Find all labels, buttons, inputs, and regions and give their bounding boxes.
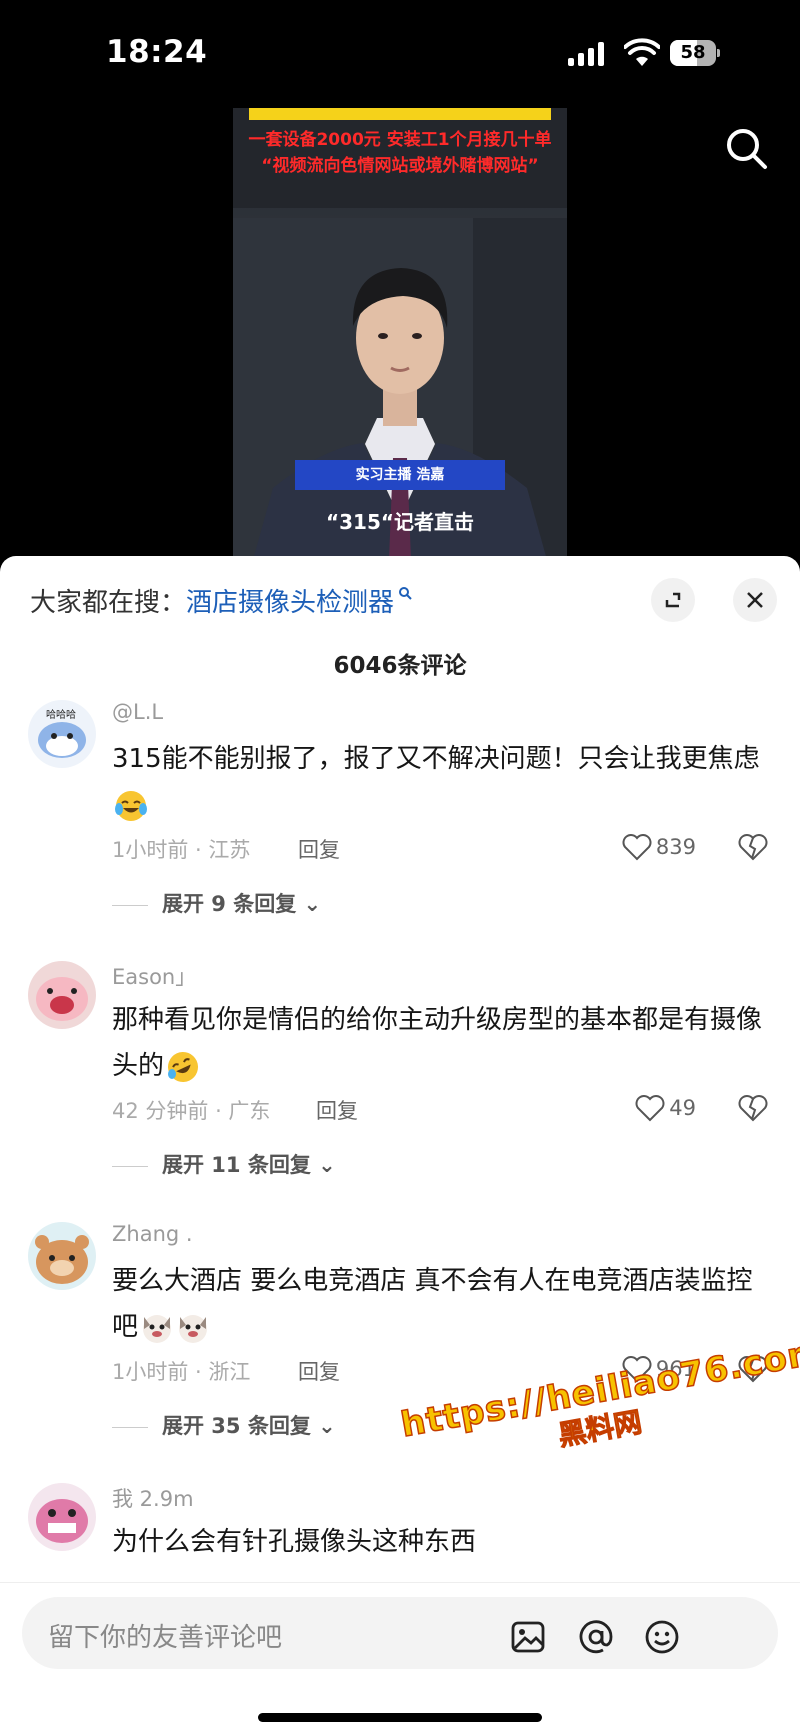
comment-text-content: 那种看见你是情侣的给你主动升级房型的基本都是有摄像头的 <box>112 1005 763 1081</box>
expand-replies-label: 展开 35 条回复 <box>162 1414 311 1438</box>
comment-text: 要么大酒店 要么电竞酒店 真不会有人在电竞酒店装监控吧 <box>112 1258 772 1350</box>
emoji-icon[interactable] <box>644 1619 680 1655</box>
comments-sheet: 大家都在搜：酒店摄像头检测器 6046条评论 哈哈哈 @L.L 315能不能别报… <box>0 556 800 1736</box>
broken-heart-icon[interactable] <box>738 832 768 862</box>
like-count: 49 <box>669 1096 696 1120</box>
at-icon[interactable] <box>578 1619 614 1655</box>
battery-indicator: 58 <box>670 40 720 66</box>
comment-text-content: 为什么会有针孔摄像头这种东西 <box>112 1527 477 1557</box>
trending-search-prefix: 大家都在搜： <box>30 588 187 618</box>
small-search-icon <box>399 587 412 600</box>
anchor-name-caption: 实习主播 浩嘉 <box>295 460 505 490</box>
program-title-caption: “315“记者直击 <box>325 510 475 534</box>
comment-text: 那种看见你是情侣的给你主动升级房型的基本都是有摄像头的 <box>112 997 772 1089</box>
avatar[interactable] <box>28 1222 96 1290</box>
video-headline-line2: “视频流向色情网站或境外赌博网站” <box>261 156 539 176</box>
expand-replies-button[interactable]: 展开 35 条回复 ⌄ <box>112 1410 336 1440</box>
expand-replies-button[interactable]: 展开 11 条回复 ⌄ <box>112 1149 336 1179</box>
heart-icon <box>622 834 652 861</box>
expand-replies-label: 展开 9 条回复 <box>162 892 297 916</box>
video-frame: 一套设备2000元 安装工1个月接几十单 “视频流向色情网站或境外赌博网站” 实… <box>233 108 567 560</box>
crying-laughing-emoji-icon <box>115 790 147 821</box>
comment-username[interactable]: Zhang . <box>112 1222 193 1246</box>
like-button[interactable]: 839 <box>622 830 696 864</box>
search-icon[interactable] <box>722 124 772 174</box>
chevron-down-icon: ⌄ <box>318 1414 336 1438</box>
reply-button[interactable]: 回复 <box>316 1095 358 1125</box>
status-bar: 18:24 58 <box>0 0 800 100</box>
video-player[interactable]: 一套设备2000元 安装工1个月接几十单 “视频流向色情网站或境外赌博网站” 实… <box>0 100 800 560</box>
comment-username[interactable]: 我 2.9m <box>112 1483 194 1513</box>
comment-username[interactable]: Eason」 <box>112 961 196 991</box>
expand-icon <box>665 592 681 608</box>
trending-search-term[interactable]: 酒店摄像头检测器 <box>186 588 394 618</box>
banner-strip <box>249 108 551 120</box>
avatar[interactable] <box>28 1483 96 1551</box>
comment-text: 为什么会有针孔摄像头这种东西 <box>112 1519 772 1565</box>
svg-text:哈哈哈: 哈哈哈 <box>46 708 76 721</box>
expand-replies-label: 展开 11 条回复 <box>162 1153 311 1177</box>
heart-icon <box>635 1095 665 1122</box>
chevron-down-icon: ⌄ <box>318 1153 336 1177</box>
chevron-down-icon: ⌄ <box>303 892 322 916</box>
comment-time-location: 42 分钟前 · 广东 <box>112 1099 271 1123</box>
dog-face-emoji-icon <box>143 1314 172 1343</box>
comment-input-placeholder: 留下你的友善评论吧 <box>48 1623 283 1653</box>
battery-percentage: 58 <box>680 42 706 63</box>
like-button[interactable]: 49 <box>635 1091 696 1125</box>
comment-text: 315能不能别报了，报了又不解决问题！只会让我更焦虑 <box>112 736 772 828</box>
reply-button[interactable]: 回复 <box>298 1356 340 1386</box>
status-time: 18:24 <box>106 34 208 70</box>
close-icon <box>747 592 763 608</box>
expand-replies-button[interactable]: 展开 9 条回复 ⌄ <box>112 888 321 918</box>
close-sheet-button[interactable] <box>733 578 777 622</box>
image-icon[interactable] <box>510 1619 546 1655</box>
avatar[interactable]: 哈哈哈 <box>28 700 96 768</box>
comment-count: 6046条评论 <box>333 653 467 679</box>
broken-heart-icon[interactable] <box>738 1093 768 1123</box>
reply-button[interactable]: 回复 <box>298 834 340 864</box>
dog-face-emoji-icon <box>179 1314 208 1343</box>
comment-text-content: 315能不能别报了，报了又不解决问题！只会让我更焦虑 <box>112 744 760 774</box>
video-banner: 一套设备2000元 安装工1个月接几十单 “视频流向色情网站或境外赌博网站” <box>233 108 567 208</box>
comment-time-location: 1小时前 · 江苏 <box>112 838 251 862</box>
comment-username[interactable]: @L.L <box>112 700 163 724</box>
expand-sheet-button[interactable] <box>651 578 695 622</box>
avatar[interactable] <box>28 961 96 1029</box>
trending-search[interactable]: 大家都在搜：酒店摄像头检测器 <box>30 582 412 619</box>
video-headline-line1: 一套设备2000元 安装工1个月接几十单 <box>248 130 552 150</box>
comment-time-location: 1小时前 · 浙江 <box>112 1360 251 1384</box>
comment-input[interactable]: 留下你的友善评论吧 <box>22 1597 778 1669</box>
like-count: 839 <box>655 835 696 859</box>
comment-input-bar: 留下你的友善评论吧 <box>0 1582 800 1736</box>
home-indicator <box>258 1713 542 1722</box>
rofl-emoji-icon <box>168 1051 199 1082</box>
wifi-icon <box>624 38 660 66</box>
cellular-signal-icon <box>568 42 612 66</box>
